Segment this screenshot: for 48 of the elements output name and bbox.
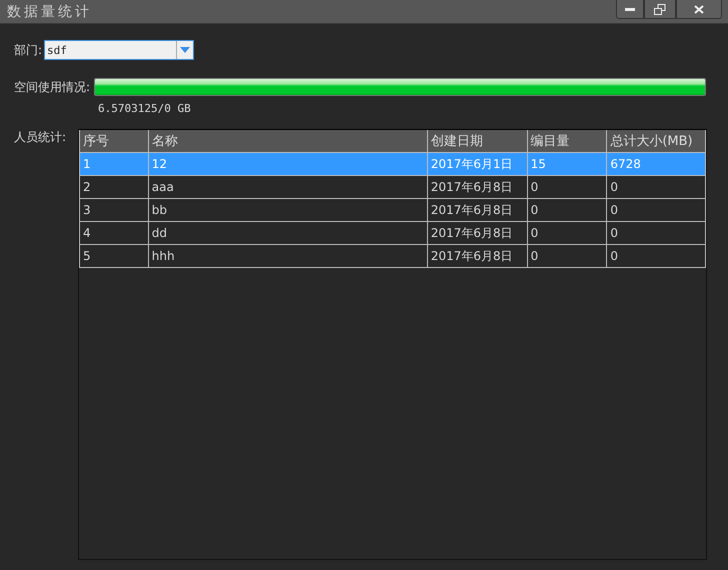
table-cell: 5: [79, 245, 149, 268]
column-header[interactable]: 序号: [79, 130, 149, 153]
table-cell: dd: [148, 222, 428, 245]
column-header[interactable]: 名称: [148, 130, 428, 153]
column-header[interactable]: 编目量: [528, 130, 608, 153]
table-cell: 4: [79, 222, 149, 245]
table-cell: 2017年6月8日: [428, 176, 528, 199]
table-cell: 2017年6月8日: [428, 199, 528, 222]
usage-reading: 6.5703125/0 GB: [98, 102, 191, 115]
table-cell: hhh: [148, 245, 428, 268]
column-header[interactable]: 总计大小(MB): [607, 130, 706, 153]
table-cell: 0: [528, 245, 608, 268]
table-cell: 2017年6月1日: [428, 153, 528, 176]
table-cell: 0: [607, 199, 706, 222]
table-cell: 0: [528, 199, 608, 222]
table-cell: 2017年6月8日: [428, 245, 528, 268]
space-usage-label: 空间使用情况:: [14, 78, 90, 96]
table-row[interactable]: 1 12 2017年6月1日 15 6728: [79, 153, 706, 176]
staff-label: 人员统计:: [14, 129, 68, 146]
column-header[interactable]: 创建日期: [428, 130, 528, 153]
table-cell: 12: [148, 153, 428, 176]
table-cell: aaa: [148, 176, 428, 199]
department-label: 部门:: [14, 42, 42, 58]
table-cell: 0: [528, 176, 608, 199]
restore-icon: [654, 4, 666, 14]
department-dropdown[interactable]: sdf: [44, 40, 194, 60]
table-row[interactable]: 3 bb 2017年6月8日 0 0: [79, 199, 706, 222]
caret-icon: [180, 47, 190, 53]
table-cell: 6728: [607, 153, 706, 176]
window-title: 数据量统计: [6, 2, 92, 20]
table-cell: bb: [148, 199, 428, 222]
table-cell: 0: [528, 222, 608, 245]
table-row[interactable]: 4 dd 2017年6月8日 0 0: [79, 222, 706, 245]
table-cell: 0: [607, 176, 706, 199]
table-cell: 3: [79, 199, 149, 222]
table-cell: 1: [79, 153, 149, 176]
table-cell: 15: [528, 153, 608, 176]
table-row[interactable]: 5 hhh 2017年6月8日 0 0: [79, 245, 706, 268]
close-icon: [694, 4, 704, 14]
table-cell: 0: [607, 245, 706, 268]
close-button[interactable]: [676, 0, 722, 19]
table-cell: 0: [607, 222, 706, 245]
restore-button[interactable]: [644, 0, 676, 19]
minimize-icon: [625, 7, 635, 11]
table-row[interactable]: 2 aaa 2017年6月8日 0 0: [79, 176, 706, 199]
minimize-button[interactable]: [616, 0, 644, 19]
table-cell: 2017年6月8日: [428, 222, 528, 245]
table-cell: 2: [79, 176, 149, 199]
